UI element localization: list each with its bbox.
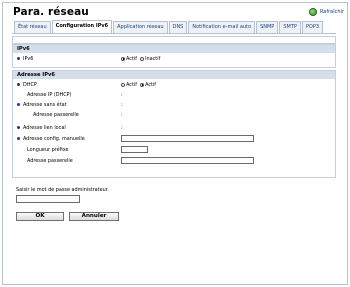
prefix-length-label: Longueur préfixe bbox=[27, 147, 69, 153]
link-local-value: : bbox=[121, 125, 123, 131]
ipv6-inactive-radio[interactable] bbox=[140, 56, 145, 61]
tab-notification-email[interactable]: Notification e-mail auto bbox=[188, 21, 256, 33]
dhcp-address-label: Adresse IP (DHCP) bbox=[27, 92, 72, 98]
stateless-gateway-label: Adresse passerelle bbox=[33, 112, 79, 118]
refresh-label: Rafraîchir bbox=[319, 9, 344, 15]
top-spacer-panel bbox=[12, 36, 336, 44]
dhcp-radio-group: Actif Actif bbox=[121, 82, 156, 88]
page-title: Para. réseau bbox=[13, 6, 89, 18]
dhcp-option-1-label: Actif bbox=[126, 82, 137, 88]
tab-configuration-ipv6[interactable]: Configuration IPv6 bbox=[51, 20, 113, 33]
manual-gateway-input[interactable] bbox=[121, 157, 254, 164]
dhcp-option-2-label: Actif bbox=[145, 82, 157, 88]
tab-underline bbox=[12, 33, 336, 34]
dhcp-label: DHCP bbox=[17, 82, 37, 88]
tab-snmp[interactable]: SNMP bbox=[256, 21, 279, 33]
link-local-label: Adresse lien local bbox=[17, 125, 66, 131]
stateless-gateway-value: : bbox=[121, 112, 123, 118]
manual-address-input[interactable] bbox=[121, 135, 254, 142]
dhcp-option-1-radio[interactable] bbox=[121, 82, 125, 87]
prefix-length-input[interactable] bbox=[121, 146, 148, 153]
ipv6-radio-group: Actif Inactif bbox=[121, 56, 160, 62]
ipv6-active-label: Actif bbox=[126, 56, 137, 62]
manual-address-label: Adresse config. manuelle bbox=[17, 136, 85, 142]
ipv6-active-radio[interactable] bbox=[121, 56, 125, 61]
dhcp-option-2-radio[interactable] bbox=[140, 82, 145, 87]
stateless-address-label: Adresse sans état bbox=[17, 102, 67, 108]
dhcp-address-value: : bbox=[121, 92, 123, 98]
manual-gateway-label: Adresse passerelle bbox=[27, 158, 73, 164]
tab-dns[interactable]: DNS bbox=[168, 21, 188, 33]
tab-application-reseau[interactable]: Application réseau bbox=[113, 21, 168, 33]
tab-bar: État réseau Configuration IPv6 Applicati… bbox=[14, 20, 324, 33]
address-section-heading: Adresse IPv6 bbox=[13, 71, 335, 79]
ipv6-label: IPv6 bbox=[17, 56, 33, 62]
cancel-button[interactable]: Annuler bbox=[69, 212, 119, 221]
ok-button[interactable]: OK bbox=[16, 212, 64, 221]
tab-etat-reseau[interactable]: État réseau bbox=[14, 21, 51, 33]
tab-smtp[interactable]: SMTP bbox=[279, 21, 301, 33]
stateless-address-value: : bbox=[121, 102, 123, 108]
tab-pop3[interactable]: POP3 bbox=[301, 21, 324, 33]
ipv6-inactive-label: Inactif bbox=[145, 56, 161, 62]
ipv6-address-section: Adresse IPv6 DHCP Actif Actif Adresse IP… bbox=[12, 70, 336, 178]
ipv6-section-heading: IPv6 bbox=[13, 45, 335, 53]
password-label: Saisir le mot de passe administrateur. bbox=[16, 187, 109, 193]
refresh-icon bbox=[308, 8, 317, 16]
ipv6-section: IPv6 IPv6 Actif Inactif bbox=[12, 44, 336, 68]
refresh-button[interactable]: Rafraîchir bbox=[308, 8, 344, 16]
admin-password-input[interactable] bbox=[16, 195, 80, 203]
